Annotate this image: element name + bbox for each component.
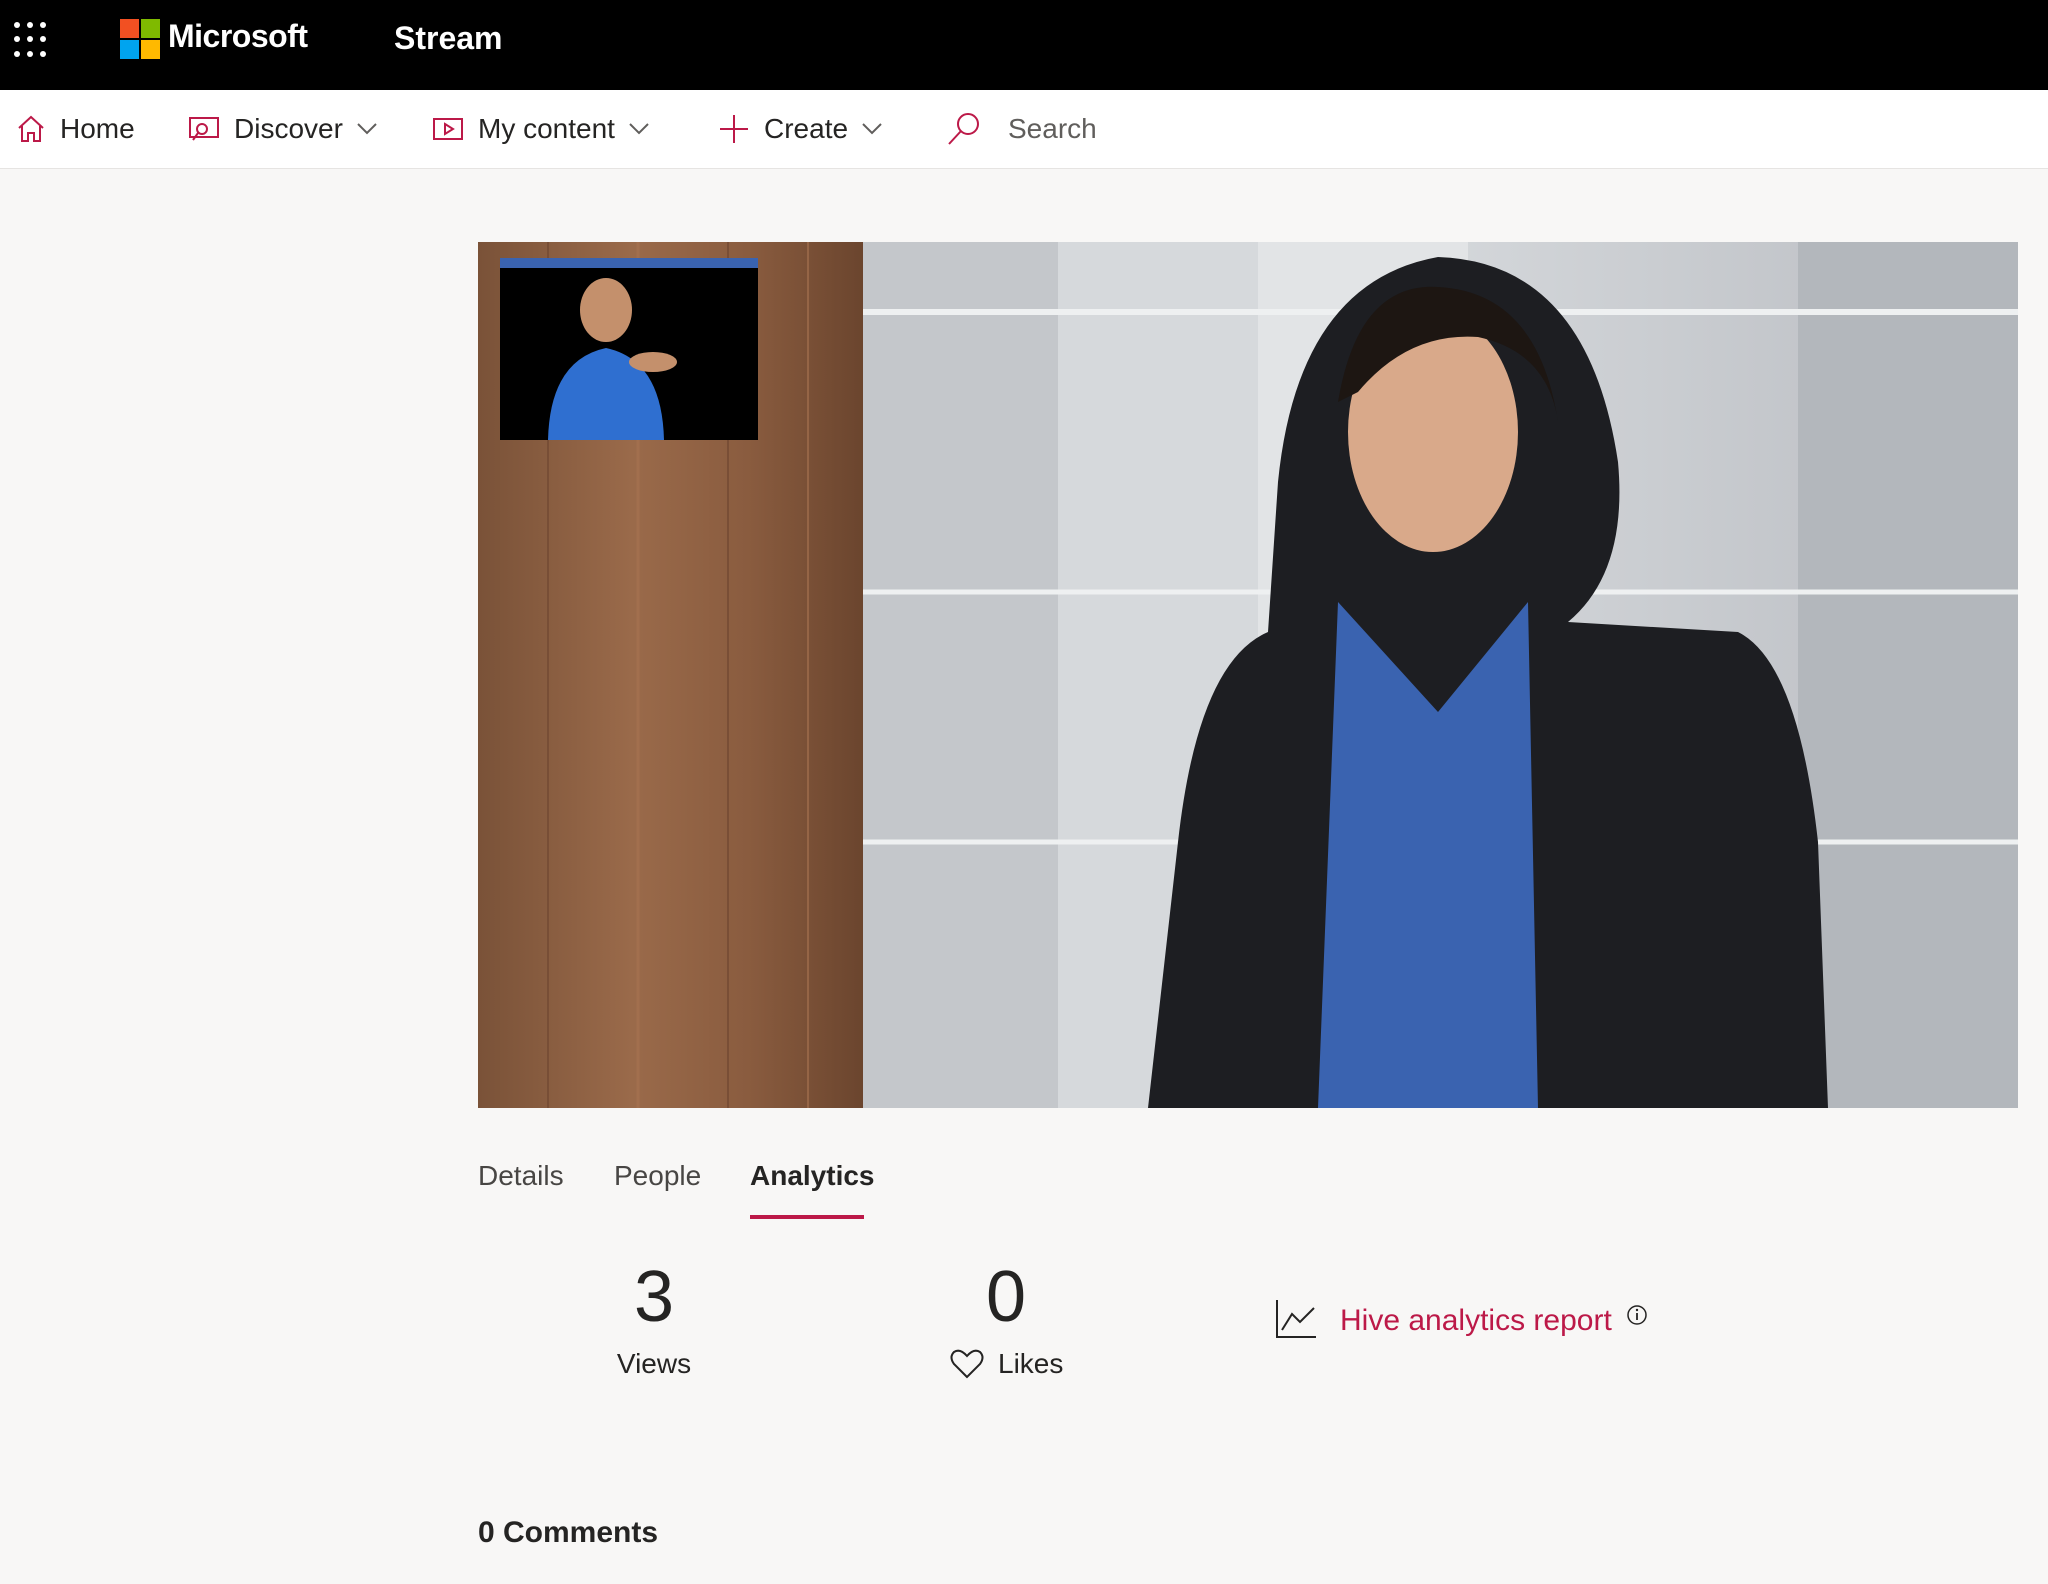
info-icon[interactable] [1626, 1304, 1648, 1326]
nav-discover-label: Discover [234, 113, 343, 144]
chevron-down-icon [862, 123, 882, 135]
likes-button[interactable]: Likes [950, 1348, 1063, 1380]
search-input[interactable]: Search [1008, 113, 1097, 145]
brand-name[interactable]: Microsoft [168, 18, 308, 55]
nav-my-content[interactable]: My content [432, 90, 649, 168]
nav-create-label: Create [764, 113, 849, 144]
home-icon [18, 115, 44, 142]
plus-icon [720, 115, 748, 143]
chevron-down-icon [629, 123, 649, 135]
tab-analytics[interactable]: Analytics [750, 1160, 875, 1192]
nav-my-content-label: My content [478, 113, 615, 144]
nav-home[interactable]: Home [16, 90, 135, 168]
tab-details[interactable]: Details [478, 1160, 564, 1192]
likes-label: Likes [998, 1348, 1064, 1379]
app-name[interactable]: Stream [394, 20, 503, 57]
nav-home-label: Home [60, 113, 135, 144]
navigation-bar: Home Discover My content Create Search [0, 90, 2048, 169]
likes-count: 0 [985, 1257, 1027, 1337]
chart-line-icon [1274, 1298, 1318, 1345]
discover-icon [189, 117, 219, 141]
active-tab-indicator [750, 1215, 864, 1219]
views-count: 3 [633, 1257, 675, 1337]
tab-people[interactable]: People [614, 1160, 701, 1192]
suite-bar: Microsoft Stream [0, 0, 2048, 90]
video-player[interactable] [478, 242, 2018, 1108]
search-icon [948, 113, 979, 145]
app-launcher-icon[interactable] [14, 22, 50, 58]
heart-icon [950, 1349, 984, 1379]
my-content-icon [433, 118, 463, 140]
nav-discover[interactable]: Discover [188, 90, 377, 168]
hive-analytics-report-link[interactable]: Hive analytics report [1340, 1304, 1648, 1338]
nav-search[interactable]: Search [946, 90, 1097, 168]
video-frame [478, 242, 2018, 1108]
views-label: Views [616, 1348, 692, 1379]
comments-heading: 0 Comments [478, 1516, 659, 1549]
hive-analytics-report-label: Hive analytics report [1340, 1304, 1612, 1337]
chevron-down-icon [357, 123, 377, 135]
nav-create[interactable]: Create [718, 90, 882, 168]
microsoft-logo[interactable] [120, 19, 160, 59]
